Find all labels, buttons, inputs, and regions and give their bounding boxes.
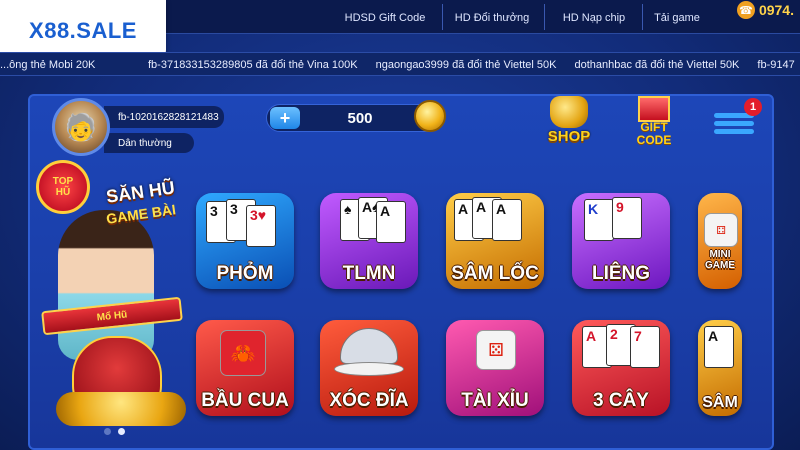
carousel-dot-active[interactable] (118, 428, 125, 435)
avatar-face-icon: 🧓 (64, 111, 98, 142)
game-name: MINI GAME (705, 249, 735, 271)
jackpot-promo-banner[interactable]: TOP HŨ SĂN HŨ GAME BÀI Mổ Hũ (36, 160, 186, 440)
top-hu-badge[interactable]: TOP HŨ (36, 160, 90, 214)
game-tile-mini-game[interactable]: ⚃ MINI GAME (698, 193, 742, 289)
game-tile-phom[interactable]: 3 3 3♥ PHỎM (196, 193, 294, 289)
ticker-item: ngaongao3999 đã đổi thẻ Viettel 50K (375, 59, 557, 71)
hotline-number: 0974. (758, 2, 794, 18)
add-chips-button[interactable]: + (270, 107, 300, 129)
shop-button[interactable]: SHOP (540, 96, 598, 152)
game-name: XÓC ĐĨA (329, 390, 409, 411)
ticker-item: fb-9147 (757, 59, 795, 71)
nav-divider (442, 4, 443, 30)
money-bag-icon (550, 96, 588, 128)
carousel-dot[interactable] (104, 428, 111, 435)
game-name: LIÊNG (591, 263, 651, 284)
game-tile-lieng[interactable]: K 9 LIÊNG (572, 193, 670, 289)
card-icon: A (704, 326, 734, 368)
plus-icon: + (279, 107, 291, 128)
game-tile-tai-xiu[interactable]: ⚄ TÀI XỈU (446, 320, 544, 416)
game-name: 3 CÂY (593, 390, 649, 411)
ticker-item: dothanhbac đã đổi thẻ Viettel 50K (574, 59, 740, 71)
top-hu-line1: TOP (52, 176, 74, 187)
dice-icon: ⚄ (476, 330, 516, 370)
phone-icon: ☎ (736, 1, 755, 19)
avatar[interactable]: 🧓 (52, 98, 110, 156)
menu-icon-line (714, 129, 754, 134)
game-name: SÂM LỐC (451, 263, 539, 284)
gold-coins-icon (56, 392, 186, 426)
shop-label: SHOP (547, 128, 591, 145)
gift-label: GIFT (640, 120, 668, 134)
user-rank: Dân thường (104, 133, 194, 153)
game-tile-tlmn[interactable]: ♠ A♠ A TLMN (320, 193, 418, 289)
logo-text: X88.SALE (29, 18, 137, 43)
game-tile-xoc-dia[interactable]: XÓC ĐĨA (320, 320, 418, 416)
nav-divider (544, 4, 545, 30)
game-name: TLMN (342, 263, 396, 284)
coin-stack-icon (414, 100, 446, 132)
nav-hd-doi-thuong[interactable]: HD Đổi thưởng (444, 0, 540, 30)
game-tile-bau-cua[interactable]: 🦀 BẦU CUA (196, 320, 294, 416)
game-name: TÀI XỈU (461, 390, 529, 411)
nav-hd-nap-chip[interactable]: HD Nạp chip (548, 0, 640, 30)
hotline[interactable]: ☎ 0974. (736, 0, 800, 20)
game-tile-sam-loc[interactable]: A A A SÂM LỐC (446, 193, 544, 289)
ticker-item: fb-371833153289805 đã đổi thẻ Vina 100K (148, 59, 358, 71)
ticker-item: ...ông thẻ Mobi 20K (0, 59, 96, 71)
nav-hdsd-gift-code[interactable]: HDSD Gift Code (330, 0, 440, 30)
crab-dice-icon: 🦀 (220, 330, 266, 376)
ticker-track: ...ông thẻ Mobi 20K fb-371833153289805 đ… (0, 53, 800, 75)
game-tile-sam[interactable]: A SÂM (698, 320, 742, 416)
menu-icon-line (714, 121, 754, 126)
gift-box-icon (638, 96, 670, 122)
dice-icon: ⚃ (704, 213, 738, 247)
redeem-ticker: ...ông thẻ Mobi 20K fb-371833153289805 đ… (0, 52, 800, 76)
code-label: CODE (636, 133, 672, 147)
user-id: fb-1020162828121483 (104, 106, 224, 128)
balance-value: 500 (347, 109, 373, 127)
game-name: PHỎM (216, 263, 274, 284)
game-name: BẦU CUA (201, 390, 289, 411)
gift-code-button[interactable]: GIFT CODE (626, 96, 682, 152)
notification-badge: 1 (744, 98, 762, 116)
nav-divider (642, 4, 643, 30)
game-tile-3-cay[interactable]: A 2 7 3 CÂY (572, 320, 670, 416)
top-hu-line2: HŨ (55, 187, 71, 198)
game-name: SÂM (702, 394, 738, 411)
nav-tai-game[interactable]: Tải game (646, 0, 708, 30)
game-lobby: HDSD Gift Code HD Đổi thưởng HD Nạp chip… (0, 0, 800, 450)
